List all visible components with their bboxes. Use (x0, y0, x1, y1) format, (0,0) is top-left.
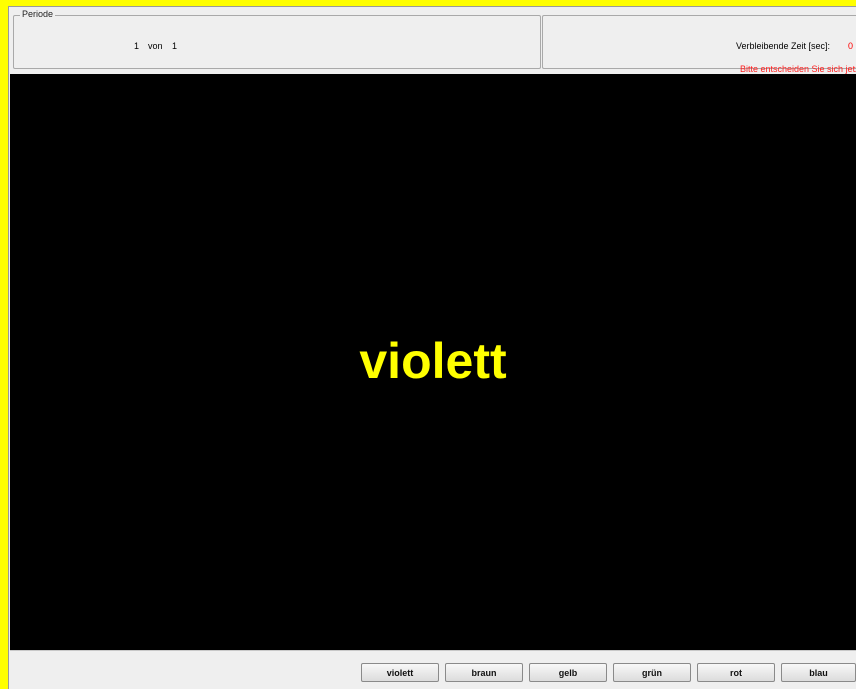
remaining-time-label: Verbleibende Zeit [sec]: (736, 41, 831, 51)
answer-button-rot[interactable]: rot (697, 663, 775, 682)
app-window: Periode 1 von 1 Verbleibende Zeit [sec]:… (0, 0, 856, 689)
answer-button-braun[interactable]: braun (445, 663, 523, 682)
stimulus-word: violett (359, 333, 507, 389)
period-title: Periode (20, 9, 56, 20)
period-von-label: von (148, 41, 163, 51)
stimulus-area: violett (10, 74, 856, 650)
answer-button-gelb[interactable]: gelb (529, 663, 607, 682)
answer-button-bar: violett braun gelb grün rot blau (10, 650, 856, 689)
period-total: 1 (172, 41, 178, 51)
timer-panel: Verbleibende Zeit [sec]: 0 (542, 15, 856, 69)
remaining-time-value: 0 (848, 41, 854, 51)
answer-button-gruen[interactable]: grün (613, 663, 691, 682)
answer-button-blau[interactable]: blau (781, 663, 856, 682)
period-groupbox: Periode 1 von 1 (13, 9, 541, 69)
period-current: 1 (134, 41, 140, 51)
decision-warning: Bitte entscheiden Sie sich jetzt (740, 64, 856, 74)
answer-button-violett[interactable]: violett (361, 663, 439, 682)
